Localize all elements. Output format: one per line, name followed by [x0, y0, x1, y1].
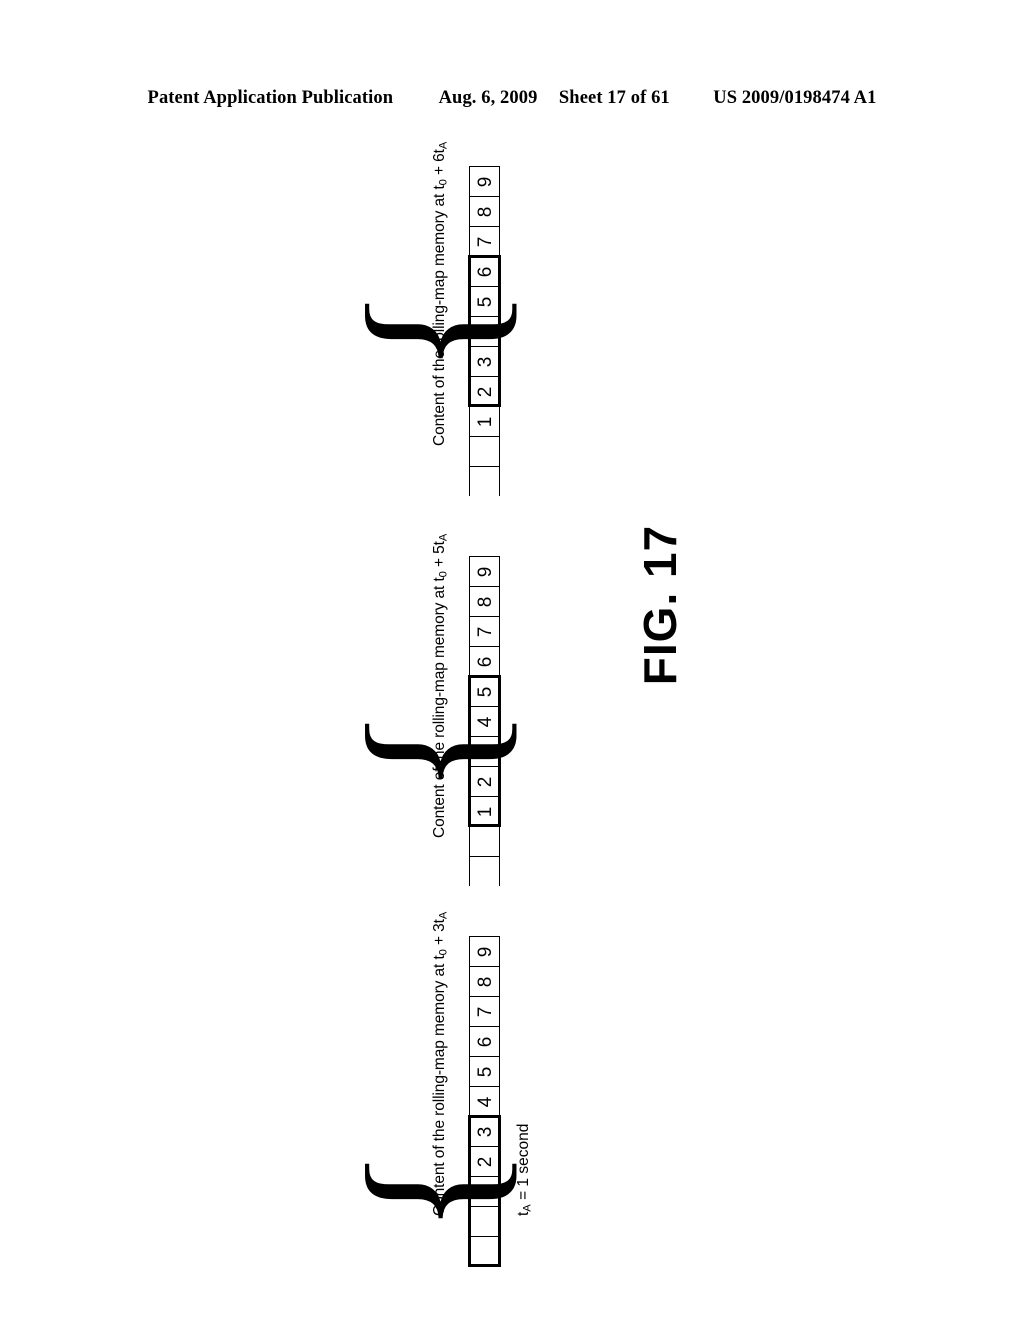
memory-cell-label: 9 [474, 176, 496, 188]
memory-cell: 6 [470, 257, 499, 287]
memory-cell-label: 6 [474, 1036, 496, 1048]
memory-cell-label: 7 [474, 626, 496, 638]
memory-cell-empty [470, 1237, 499, 1267]
memory-cell-label: 7 [474, 236, 496, 248]
ta-annotation: tA = 1 second [515, 1123, 534, 1216]
group-brace: { [328, 707, 532, 795]
memory-cell: 5 [470, 1057, 499, 1087]
header-publication: Patent Application Publication [147, 88, 394, 108]
group-brace: { [328, 287, 532, 375]
memory-cell: 8 [470, 967, 499, 997]
memory-cell-label [470, 1237, 500, 1267]
header-patent-number: US 2009/0198474 A1 [713, 88, 877, 108]
memory-cell-label: 4 [474, 1096, 496, 1108]
memory-cell-label: 5 [474, 1066, 496, 1078]
memory-cell-label: 9 [474, 946, 496, 958]
header-sheet: Sheet 17 of 61 [558, 88, 670, 108]
memory-cell: 7 [470, 617, 499, 647]
memory-cell-label: 9 [474, 566, 496, 578]
memory-cell: 2 [470, 377, 499, 407]
memory-cell: 9 [470, 167, 499, 197]
memory-cell: 8 [470, 587, 499, 617]
memory-cell-label: 2 [474, 386, 496, 398]
memory-cell-label: 5 [474, 686, 496, 698]
memory-cell: 1 [470, 407, 499, 437]
header-date: Aug. 6, 2009 [438, 88, 538, 108]
memory-cell-empty [470, 857, 499, 887]
memory-cell-empty [470, 437, 499, 467]
memory-cell: 7 [470, 227, 499, 257]
memory-cell-label: 7 [474, 1006, 496, 1018]
memory-cell: 4 [470, 1087, 499, 1117]
memory-cell: 3 [470, 1117, 499, 1147]
memory-cell: 6 [470, 1027, 499, 1057]
memory-cell-label [470, 827, 500, 857]
memory-cell: 9 [470, 557, 499, 587]
page-header: Patent Application Publication Aug. 6, 2… [0, 88, 1024, 109]
memory-cell: 6 [470, 647, 499, 677]
memory-cell: 5 [470, 677, 499, 707]
memory-cell-label: 1 [474, 416, 496, 428]
memory-cell-label: 8 [474, 206, 496, 218]
memory-cell-label: 8 [474, 596, 496, 608]
memory-cell-label: 6 [474, 656, 496, 668]
memory-cell-label [470, 857, 500, 887]
memory-cell: 7 [470, 997, 499, 1027]
memory-cell-label [470, 437, 500, 467]
memory-cell-label: 1 [474, 806, 496, 818]
memory-cell: 1 [470, 797, 499, 827]
memory-cell-label [470, 467, 500, 497]
figure-label: FIG. 17 [634, 524, 686, 686]
memory-cell-empty [470, 467, 499, 497]
memory-cell-empty [470, 827, 499, 857]
memory-cell-label: 6 [474, 266, 496, 278]
memory-cell: 8 [470, 197, 499, 227]
memory-cell-label: 8 [474, 976, 496, 988]
memory-cell-label: 3 [474, 1126, 496, 1138]
memory-cell: 9 [470, 937, 499, 967]
group-brace: { [328, 1147, 532, 1235]
